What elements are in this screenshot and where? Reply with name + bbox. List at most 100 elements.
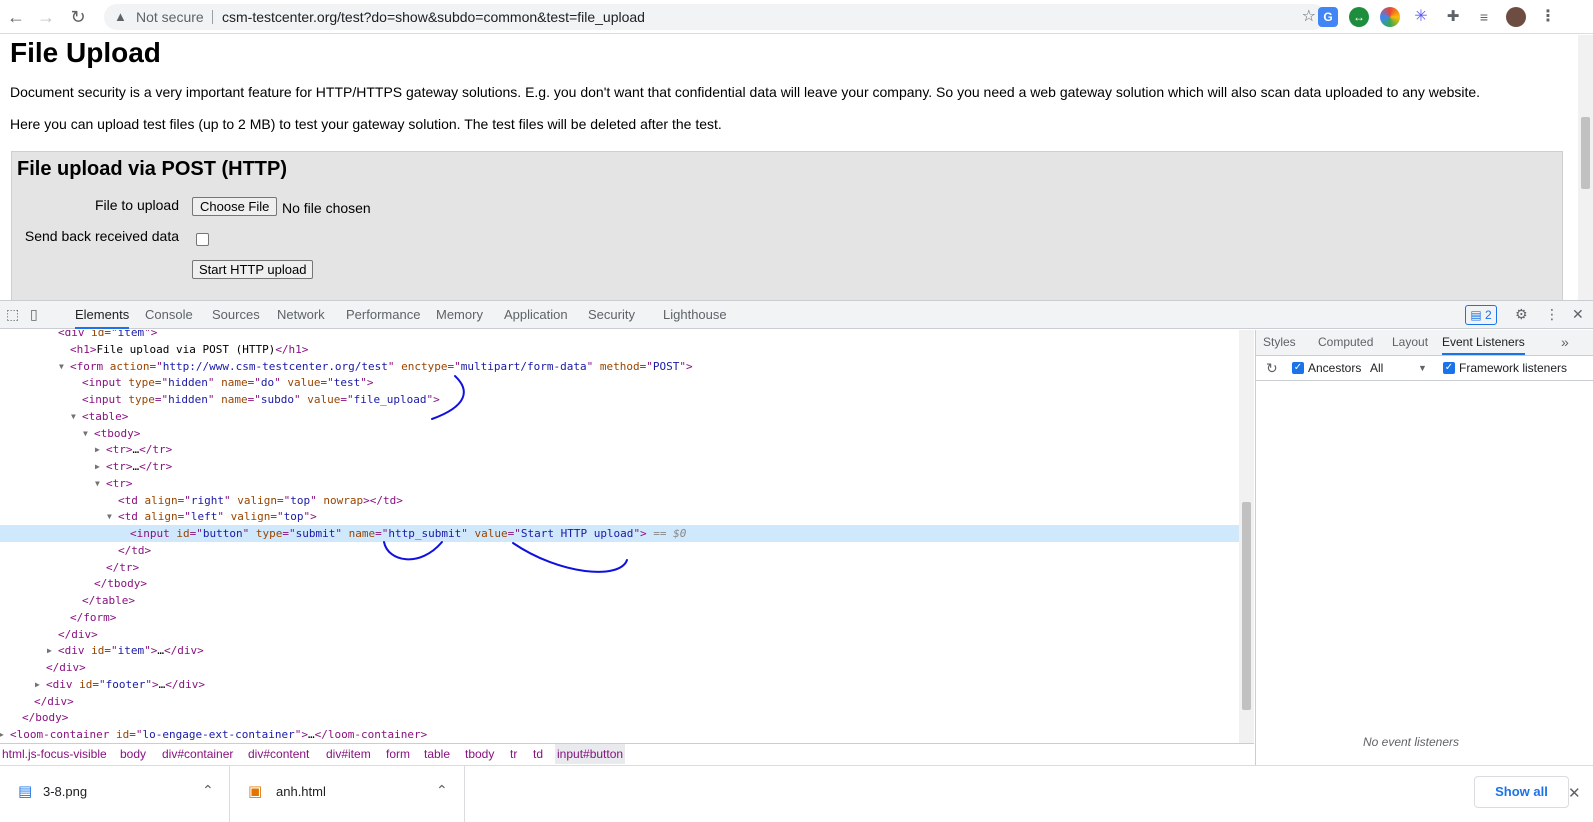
issues-count: 2 <box>1484 308 1492 322</box>
no-file-text: No file chosen <box>282 200 371 216</box>
submit-cell: Start HTTP upload <box>187 254 446 284</box>
profile-avatar[interactable] <box>1506 7 1526 27</box>
chrome-menu-icon[interactable]: ⋮ <box>1538 7 1558 27</box>
crumb-body[interactable]: body <box>118 744 148 764</box>
upload-section: File upload via POST (HTTP) File to uplo… <box>11 151 1563 300</box>
close-devtools-icon[interactable]: ✕ <box>1572 306 1584 323</box>
downloads-bar: ▤ 3-8.png ⌃ ▣ anh.html ⌃ Show all ✕ <box>0 765 1593 822</box>
close-downloads-icon[interactable]: ✕ <box>1568 784 1581 802</box>
address-bar[interactable]: ▲ Not secure csm-testcenter.org/test?do=… <box>104 4 1326 30</box>
tab-sources[interactable]: Sources <box>212 301 260 329</box>
dom-breadcrumb: html.js-focus-visible body div#container… <box>0 743 1254 765</box>
table-row: Start HTTP upload <box>18 254 446 285</box>
tab-network[interactable]: Network <box>277 301 325 329</box>
start-http-upload-button[interactable]: Start HTTP upload <box>192 260 314 279</box>
choose-file-button[interactable]: Choose File <box>192 197 278 216</box>
download-item-png[interactable]: ▤ 3-8.png ⌃ <box>0 766 230 822</box>
crumb-table[interactable]: table <box>422 744 452 764</box>
chevron-up-icon[interactable]: ⌃ <box>202 782 214 799</box>
form-title: File upload via POST (HTTP) <box>17 158 288 180</box>
download-filename: 3-8.png <box>43 784 88 799</box>
table-row: Send back received data <box>18 223 446 254</box>
browser-toolbar: ← → ↻ ▲ Not secure csm-testcenter.org/te… <box>0 0 1593 34</box>
send-back-label: Send back received data <box>18 223 186 253</box>
crumb-item[interactable]: div#item <box>324 744 373 764</box>
show-all-button[interactable]: Show all <box>1474 776 1569 808</box>
framework-listeners-checkbox[interactable]: ✓ <box>1443 362 1455 374</box>
sparkle-extension-icon[interactable]: ✳ <box>1411 7 1431 27</box>
framework-listeners-label: Framework listeners <box>1459 361 1568 375</box>
no-event-listeners-text: No event listeners <box>1362 735 1460 749</box>
listeners-toolbar: ↻ ✓ Ancestors All ▼ ✓ Framework listener… <box>1256 356 1593 381</box>
tab-layout[interactable]: Layout <box>1392 330 1428 355</box>
empty-cell <box>18 254 186 284</box>
puzzle-extensions-icon[interactable]: ✚ <box>1443 7 1463 27</box>
ancestors-filter-select[interactable]: All <box>1370 356 1383 380</box>
crumb-input-button[interactable]: input#button <box>555 744 626 764</box>
ancestors-label: Ancestors <box>1308 361 1362 375</box>
inspect-element-icon[interactable]: ⬚ <box>6 306 19 323</box>
download-filename: anh.html <box>276 784 326 799</box>
tab-security[interactable]: Security <box>588 301 635 329</box>
elements-scrollbar[interactable] <box>1239 330 1254 743</box>
download-item-html[interactable]: ▣ anh.html ⌃ <box>230 766 465 822</box>
settings-gear-icon[interactable]: ⚙ <box>1515 306 1528 323</box>
crumb-content[interactable]: div#content <box>246 744 311 764</box>
issues-badge[interactable]: ▤ 2 <box>1465 305 1497 325</box>
more-tabs-chevron-icon[interactable]: » <box>1561 330 1569 355</box>
annotation-underline-name <box>383 541 443 561</box>
tab-event-listeners[interactable]: Event Listeners <box>1442 330 1525 355</box>
more-options-icon[interactable]: ⋮ <box>1545 306 1559 323</box>
tab-lighthouse[interactable]: Lighthouse <box>663 301 727 329</box>
annotation-underline-value <box>512 542 628 573</box>
device-toolbar-icon[interactable]: ▯ <box>30 306 38 323</box>
crumb-tr[interactable]: tr <box>508 744 519 764</box>
elements-dom-tree: <div id="item"> <h1>File upload via POST … <box>0 330 1254 743</box>
html-file-icon: ▣ <box>248 783 263 800</box>
green-extension-icon[interactable]: ↔ <box>1349 7 1369 27</box>
crumb-form[interactable]: form <box>384 744 412 764</box>
page-scrollbar-thumb[interactable] <box>1581 117 1590 189</box>
media-control-icon[interactable]: ≡ <box>1474 7 1494 27</box>
tab-elements[interactable]: Elements <box>75 301 130 329</box>
refresh-icon[interactable]: ↻ <box>1266 356 1278 380</box>
crumb-container[interactable]: div#container <box>160 744 235 764</box>
tab-application[interactable]: Application <box>504 301 568 329</box>
page-scrollbar[interactable] <box>1578 35 1593 300</box>
color-picker-extension-icon[interactable] <box>1380 7 1400 27</box>
tab-styles[interactable]: Styles <box>1263 330 1296 355</box>
hand-annotations <box>383 375 628 573</box>
url-text[interactable]: csm-testcenter.org/test?do=show&subdo=co… <box>222 4 645 30</box>
table-row: File to upload Choose File No file chose… <box>18 192 446 223</box>
issues-icon: ▤ <box>1470 308 1485 322</box>
ancestors-checkbox[interactable]: ✓ <box>1292 362 1304 374</box>
crumb-tbody[interactable]: tbody <box>463 744 496 764</box>
bookmark-star-icon[interactable]: ☆ <box>1302 4 1316 30</box>
devtools-side-pane: Styles Computed Layout Event Listeners »… <box>1255 330 1593 765</box>
web-page: File Upload Document security is a very … <box>0 35 1593 300</box>
side-tabbar: Styles Computed Layout Event Listeners » <box>1256 330 1593 356</box>
tab-computed[interactable]: Computed <box>1318 330 1373 355</box>
send-back-checkbox[interactable] <box>196 233 209 246</box>
not-secure-label[interactable]: Not secure <box>136 4 204 30</box>
intro-paragraph: Document security is a very important fe… <box>10 84 1481 100</box>
devtools-tabbar: ⬚ ▯ Elements Console Sources Network Per… <box>0 300 1593 329</box>
annotation-bracket <box>431 375 465 420</box>
crumb-html[interactable]: html.js-focus-visible <box>0 744 109 764</box>
crumb-td[interactable]: td <box>531 744 545 764</box>
image-file-icon: ▤ <box>18 783 33 800</box>
chevron-up-icon[interactable]: ⌃ <box>436 782 448 799</box>
chevron-down-icon[interactable]: ▼ <box>1418 356 1427 380</box>
page-title: File Upload <box>10 37 161 68</box>
back-arrow-icon[interactable]: ← <box>4 5 28 29</box>
tab-console[interactable]: Console <box>145 301 193 329</box>
elements-scrollbar-thumb[interactable] <box>1242 502 1251 710</box>
reload-icon[interactable]: ↻ <box>66 5 90 29</box>
info-paragraph: Here you can upload test files (up to 2 … <box>10 116 722 132</box>
tab-memory[interactable]: Memory <box>436 301 483 329</box>
google-translate-icon[interactable]: G <box>1318 7 1338 27</box>
tab-performance[interactable]: Performance <box>346 301 420 329</box>
forward-arrow-icon[interactable]: → <box>34 5 58 29</box>
send-back-cell <box>187 223 446 253</box>
file-label: File to upload <box>18 192 186 222</box>
